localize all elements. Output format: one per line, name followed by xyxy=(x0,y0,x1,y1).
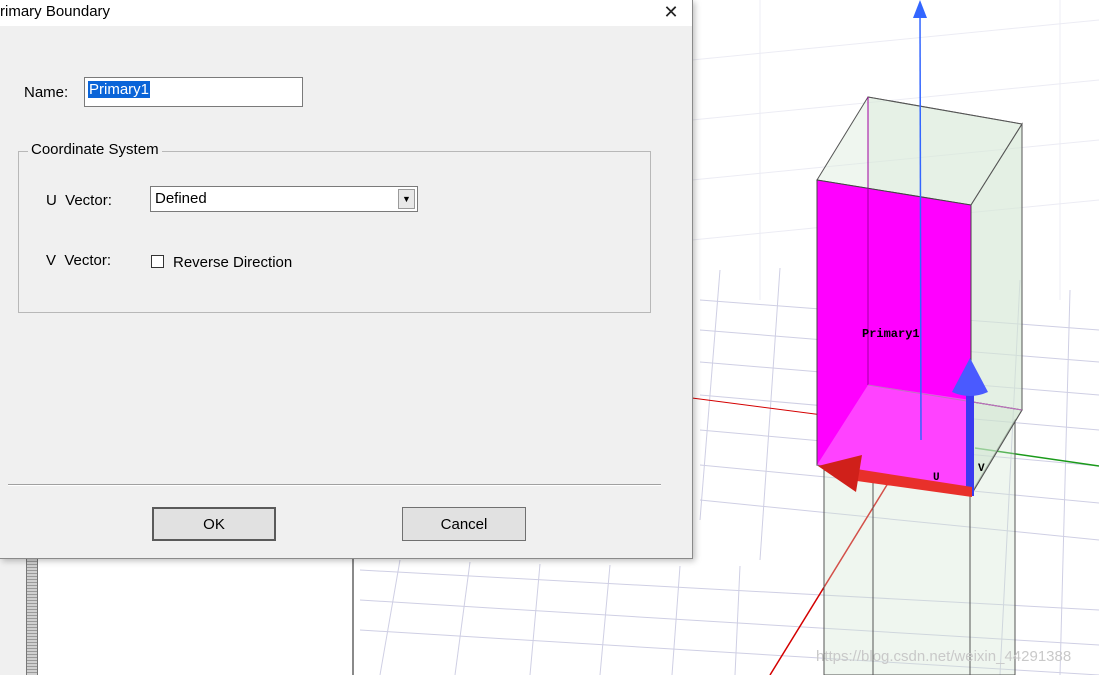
background-pane xyxy=(38,558,354,675)
dropdown-arrow-icon[interactable]: ▼ xyxy=(398,189,415,209)
name-field-value: Primary1 xyxy=(88,81,151,98)
u-label: U xyxy=(933,472,940,484)
coordinate-system-group xyxy=(18,151,651,313)
close-button[interactable]: ✕ xyxy=(656,0,686,24)
dialog-titlebar[interactable]: rimary Boundary ✕ xyxy=(0,0,692,26)
v-vector-label: V Vector: xyxy=(46,252,112,269)
u-vector-label: U Vector: xyxy=(46,192,112,209)
z-axis-line xyxy=(919,9,922,441)
reverse-direction-checkbox[interactable] xyxy=(151,255,164,268)
cancel-button[interactable]: Cancel xyxy=(402,507,526,541)
v-label: V xyxy=(978,463,985,475)
u-vector-selected: Defined xyxy=(155,190,207,207)
watermark: https://blog.csdn.net/weixin_44291388 xyxy=(816,648,1072,665)
close-icon: ✕ xyxy=(663,1,679,22)
u-vector-select[interactable]: Defined ▼ xyxy=(150,186,418,212)
v-vector-shaft xyxy=(966,390,974,496)
name-field[interactable]: Primary1 xyxy=(84,77,303,107)
name-label: Name: xyxy=(24,84,69,101)
separator xyxy=(8,484,661,486)
ok-button[interactable]: OK xyxy=(152,507,276,541)
reverse-direction-label[interactable]: Reverse Direction xyxy=(173,254,292,271)
primary-boundary-dialog: rimary Boundary ✕ Name: Primary1 Coordin… xyxy=(0,0,693,559)
coordinate-system-label: Coordinate System xyxy=(28,141,162,158)
face-label: Primary1 xyxy=(862,327,920,341)
background-panel xyxy=(0,558,354,675)
dialog-title: rimary Boundary xyxy=(0,3,111,20)
z-axis-arrowhead xyxy=(913,0,927,18)
splitter-grip[interactable] xyxy=(26,558,38,675)
